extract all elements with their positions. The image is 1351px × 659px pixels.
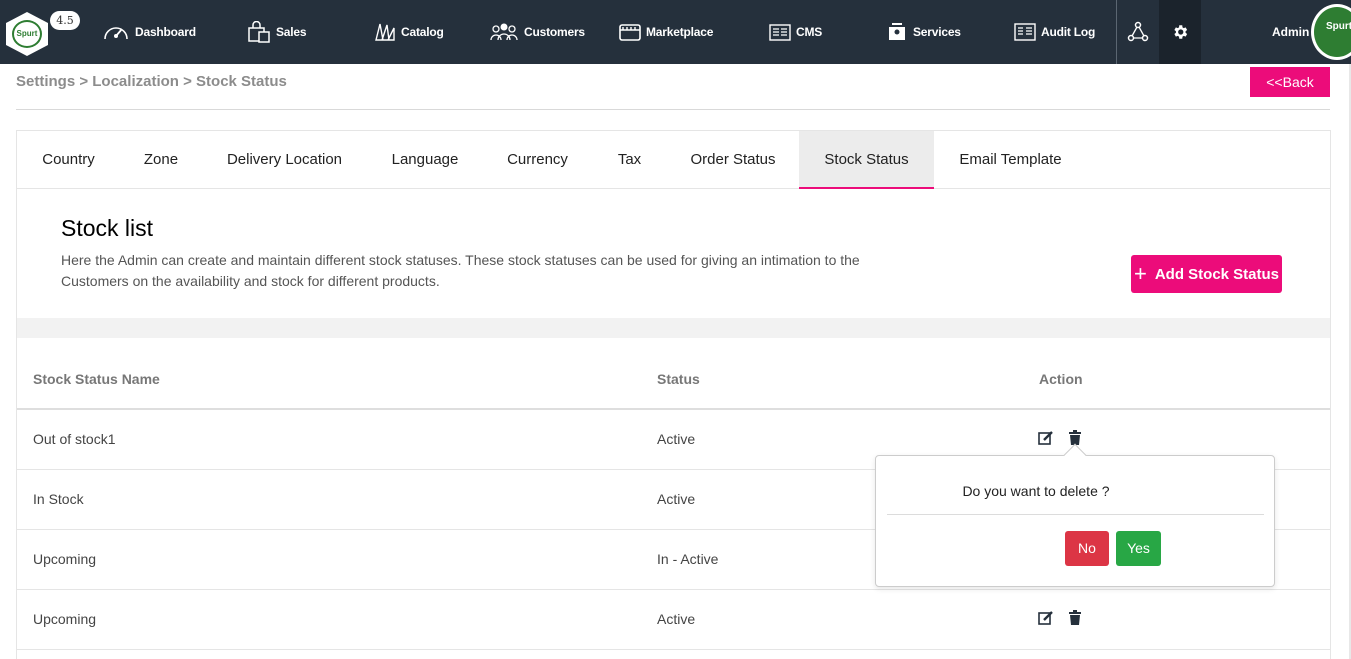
spurt-logo[interactable]: Spurt	[6, 12, 48, 56]
add-stock-status-button[interactable]: + Add Stock Status	[1131, 255, 1282, 293]
page-description: Here the Admin can create and maintain d…	[61, 252, 860, 289]
page-title: Stock list	[61, 215, 154, 241]
gear-icon	[1174, 25, 1188, 39]
tab-stock-status[interactable]: Stock Status	[799, 131, 934, 189]
delete-question: Do you want to delete ?	[962, 483, 1110, 499]
admin-label[interactable]: Admin	[1272, 0, 1309, 64]
stock-status-value: In - Active	[657, 551, 719, 567]
column-header-action: Action	[1039, 371, 1083, 387]
nav-label: Services	[913, 25, 961, 39]
column-header-name: Stock Status Name	[33, 371, 160, 387]
nav-label: CMS	[796, 25, 823, 39]
stock-status-value: Active	[657, 491, 696, 507]
tab-currency[interactable]: Currency	[483, 131, 592, 189]
table-header: Stock Status Name Status Action	[17, 338, 1330, 410]
back-button[interactable]: <<Back	[1250, 67, 1330, 97]
cms-icon	[769, 24, 791, 41]
network-button[interactable]	[1117, 0, 1159, 64]
nav-label: Sales	[276, 25, 307, 39]
nav-label: Marketplace	[646, 25, 714, 39]
tab-order-status[interactable]: Order Status	[667, 131, 799, 189]
tab-email-template[interactable]: Email Template	[934, 131, 1087, 189]
tab-tax[interactable]: Tax	[592, 131, 667, 189]
edit-icon	[1038, 431, 1053, 445]
edit-icon	[1038, 611, 1053, 625]
nav-label: Customers	[524, 25, 585, 39]
tab-zone[interactable]: Zone	[120, 131, 202, 189]
stock-status-name: In Stock	[33, 491, 84, 507]
tab-bar: Country Zone Delivery Location Language …	[17, 131, 1330, 189]
nav-marketplace[interactable]: Marketplace	[619, 0, 713, 64]
popover-divider	[887, 514, 1264, 515]
settings-button[interactable]	[1159, 0, 1201, 64]
stock-status-value: Active	[657, 431, 696, 447]
network-icon	[1127, 21, 1149, 42]
breadcrumb: Settings > Localization > Stock Status	[16, 73, 287, 90]
stock-status-value: Active	[657, 611, 696, 627]
nav-dashboard[interactable]: Dashboard	[102, 0, 196, 64]
edit-button[interactable]	[1038, 430, 1054, 451]
nav-audit-log[interactable]: Audit Log	[1014, 0, 1095, 64]
nav-customers[interactable]: Customers	[489, 0, 585, 64]
table-row: Upcoming Active	[17, 590, 1330, 650]
shopping-bag-icon	[248, 21, 270, 43]
store-icon	[619, 24, 641, 41]
stock-status-name: Upcoming	[33, 551, 97, 567]
section-gap	[17, 318, 1330, 338]
catalog-icon	[375, 23, 395, 41]
nav-label: Catalog	[401, 25, 444, 39]
stock-status-name: Out of stock1	[33, 431, 116, 447]
delete-confirm-popover: Do you want to delete ? No Yes	[875, 443, 1275, 587]
tab-country[interactable]: Country	[17, 131, 120, 189]
nav-label: Dashboard	[135, 25, 196, 39]
nav-cms[interactable]: CMS	[769, 0, 822, 64]
version-badge: 4.5	[50, 11, 80, 30]
divider	[16, 109, 1330, 110]
tab-language[interactable]: Language	[367, 131, 483, 189]
edit-button[interactable]	[1038, 610, 1054, 631]
tab-delivery-location[interactable]: Delivery Location	[202, 131, 367, 189]
nav-catalog[interactable]: Catalog	[374, 0, 444, 64]
yes-button[interactable]: Yes	[1116, 531, 1161, 566]
delete-button[interactable]	[1068, 610, 1082, 631]
services-icon	[889, 23, 905, 40]
add-button-label: Add Stock Status	[1154, 265, 1280, 283]
nav-label: Audit Log	[1041, 25, 1096, 39]
speedometer-icon	[104, 27, 128, 40]
stock-status-name: Upcoming	[33, 611, 97, 627]
plus-icon: +	[1133, 261, 1147, 286]
nav-services[interactable]: Services	[886, 0, 961, 64]
nav-sales[interactable]: Sales	[247, 0, 307, 64]
trash-icon	[1069, 610, 1081, 625]
column-header-status: Status	[657, 371, 700, 387]
audit-log-icon	[1014, 23, 1036, 41]
top-navbar: Spurt 4.5 Dashboard Sales Catalog Custom…	[0, 0, 1351, 64]
avatar[interactable]: Spurt	[1311, 4, 1351, 60]
no-button[interactable]: No	[1065, 531, 1109, 566]
users-icon	[490, 23, 518, 41]
